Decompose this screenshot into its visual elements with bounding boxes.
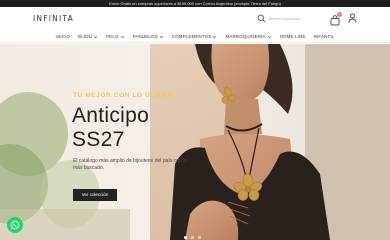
nav-item-pelo[interactable]: PELO	[106, 34, 125, 39]
nav-item-label: PAÑUELOS	[132, 34, 158, 39]
whatsapp-icon	[10, 220, 20, 230]
slider-dot[interactable]	[198, 236, 201, 239]
chevron-down-icon	[93, 35, 98, 38]
nav-item-bijou[interactable]: BIJOU	[78, 34, 98, 39]
nav-item-infantil[interactable]: INFANTIL	[314, 34, 335, 39]
chevron-down-icon	[159, 35, 164, 38]
nav-item-marroquinería[interactable]: MARROQUINERÍA	[225, 34, 271, 39]
user-account-icon[interactable]	[348, 13, 357, 23]
slider-dot[interactable]	[184, 236, 187, 239]
search-box[interactable]	[257, 13, 319, 24]
chevron-down-icon	[267, 35, 271, 38]
nav-item-label: MARROQUINERÍA	[225, 34, 266, 39]
main-navigation: INICIO BIJOU PELO PAÑUELOS COMPLEMENTOS MARRO…	[0, 31, 390, 43]
chevron-down-icon	[213, 35, 217, 38]
cart-count-badge: 0	[337, 12, 342, 17]
view-collection-button[interactable]: Ver colección	[73, 189, 117, 201]
nav-item-complementos[interactable]: COMPLEMENTOS	[172, 34, 218, 39]
cart-button[interactable]: 0	[330, 12, 342, 26]
search-icon[interactable]	[257, 14, 266, 23]
announcement-bar: Envío Gratis en compras superiores a $15…	[0, 0, 390, 7]
search-input[interactable]	[269, 14, 317, 23]
site-header: INFINITA 0	[0, 7, 390, 31]
nav-item-pañuelos[interactable]: PAÑUELOS	[133, 34, 164, 39]
nav-item-label: PELO	[106, 34, 119, 39]
chevron-down-icon	[120, 35, 124, 38]
nav-item-inicio[interactable]: INICIO	[56, 34, 71, 39]
slider-dots	[184, 236, 201, 239]
announcement-text: Envío Gratis en compras superiores a $15…	[109, 1, 281, 6]
hero-title-line2: SS27	[72, 128, 125, 151]
brand-logo[interactable]: INFINITA	[33, 14, 74, 23]
nav-item-label: BIJOU	[78, 34, 93, 39]
nav-item-label: HOME LINE	[279, 34, 306, 39]
hero-photo	[0, 44, 390, 240]
nav-item-label: INFANTIL	[313, 34, 335, 39]
whatsapp-button[interactable]	[7, 217, 23, 233]
slider-dot[interactable]	[191, 236, 194, 239]
nav-item-label: INICIO	[55, 34, 71, 39]
hero-banner: TU MEJOR CON LO ÚLTIMO Anticipo SS27 El …	[0, 44, 390, 240]
hero-description: El catálogo más amplio de bijouterie del…	[73, 158, 187, 171]
nav-item-label: COMPLEMENTOS	[171, 34, 212, 39]
hero-eyebrow: TU MEJOR CON LO ÚLTIMO	[73, 92, 174, 99]
hero-title-line1: Anticipo	[72, 104, 150, 127]
nav-item-home-line[interactable]: HOME LINE	[280, 34, 306, 39]
